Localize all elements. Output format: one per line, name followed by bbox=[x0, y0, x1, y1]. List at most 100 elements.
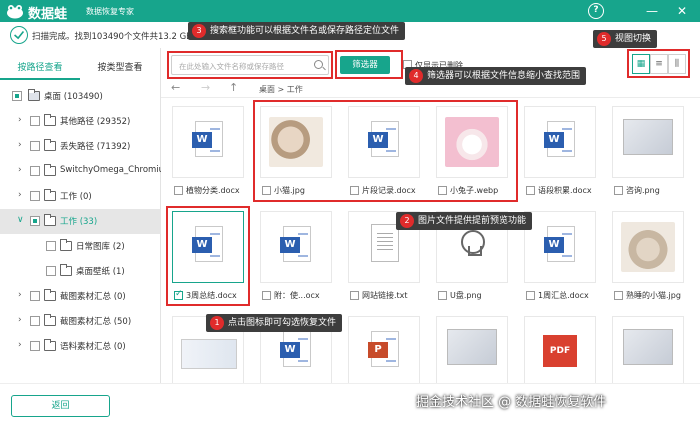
tree-item-desktop[interactable]: 桌面 (103490) bbox=[0, 84, 161, 109]
tree-checkbox[interactable] bbox=[30, 116, 40, 126]
annotation-number: 3 bbox=[192, 24, 206, 38]
forward-arrow-icon[interactable]: → bbox=[201, 81, 210, 94]
file-checkbox[interactable] bbox=[262, 291, 271, 300]
tree-item-switchyomega[interactable]: › SwitchyOmega_Chromium bbox=[0, 159, 161, 184]
search-input[interactable]: 在此处输入文件名称或保存路径 bbox=[171, 55, 329, 75]
cat-photo-preview bbox=[269, 117, 323, 167]
chevron-right-icon[interactable]: › bbox=[18, 340, 26, 352]
file-card[interactable]: W 植物分类.docx bbox=[166, 100, 250, 206]
chevron-down-icon[interactable]: ∨ bbox=[17, 215, 25, 227]
file-card[interactable]: 熟睡的小猫.jpg bbox=[606, 205, 690, 311]
tree-item-other-paths[interactable]: › 其他路径 (29352) bbox=[0, 109, 161, 134]
search-icon[interactable] bbox=[314, 60, 323, 69]
file-checkbox[interactable] bbox=[174, 186, 183, 195]
file-type-badge: W bbox=[280, 237, 300, 253]
file-thumbnail[interactable]: W bbox=[348, 106, 420, 178]
tree-checkbox[interactable] bbox=[30, 166, 40, 176]
file-type-badge: P bbox=[368, 342, 388, 358]
tree-checkbox[interactable] bbox=[30, 291, 40, 301]
file-checkbox[interactable] bbox=[350, 291, 359, 300]
file-card[interactable]: 咨询.png bbox=[606, 100, 690, 206]
tree-item-label: 桌面 (103490) bbox=[44, 92, 103, 102]
tab-by-path[interactable]: 按路径查看 bbox=[0, 58, 80, 80]
back-button[interactable]: 返回 bbox=[11, 395, 110, 417]
tree-checkbox[interactable] bbox=[46, 266, 56, 276]
file-card[interactable] bbox=[606, 310, 690, 383]
file-type-badge: W bbox=[544, 237, 564, 253]
file-checkbox[interactable] bbox=[614, 186, 623, 195]
detail-view-icon[interactable]: ⫼ bbox=[668, 54, 686, 74]
tree-item-screenshot-material-empty[interactable]: › 截图素材汇总 (0) bbox=[0, 284, 161, 309]
tree-checkbox[interactable] bbox=[46, 241, 56, 251]
file-type-badge: W bbox=[368, 132, 388, 148]
annotation-note-1: 1 点击图标即可勾选恢复文件 bbox=[206, 314, 343, 332]
powerpoint-icon: P bbox=[368, 331, 399, 367]
file-thumbnail[interactable] bbox=[612, 211, 684, 283]
file-thumbnail[interactable]: PDF bbox=[524, 316, 596, 383]
chevron-right-icon[interactable]: › bbox=[18, 290, 26, 302]
tree-checkbox[interactable] bbox=[30, 316, 40, 326]
file-thumbnail[interactable]: W bbox=[524, 106, 596, 178]
file-card[interactable]: W 片段记录.docx bbox=[342, 100, 426, 206]
minimize-button[interactable]: — bbox=[644, 3, 660, 19]
word-document-icon: W bbox=[280, 226, 311, 262]
tree-item-lost-paths[interactable]: › 丢失路径 (71392) bbox=[0, 134, 161, 159]
file-checkbox[interactable] bbox=[438, 186, 447, 195]
tree-checkbox[interactable] bbox=[30, 216, 40, 226]
chevron-right-icon[interactable]: › bbox=[18, 165, 26, 177]
chevron-right-icon[interactable]: › bbox=[18, 190, 26, 202]
file-checkbox[interactable] bbox=[174, 289, 183, 300]
file-checkbox[interactable] bbox=[614, 291, 623, 300]
file-card[interactable] bbox=[430, 310, 514, 383]
chevron-right-icon[interactable]: › bbox=[18, 140, 26, 152]
tree-item-work-selected[interactable]: ∨ 工作 (33) bbox=[0, 209, 161, 234]
file-thumbnail[interactable] bbox=[260, 106, 332, 178]
file-thumbnail[interactable]: W bbox=[524, 211, 596, 283]
annotation-note-3: 3 搜索框功能可以根据文件名或保存路径定位文件 bbox=[188, 22, 406, 40]
file-card[interactable]: W 语段积累.docx bbox=[518, 100, 602, 206]
tree-checkbox[interactable] bbox=[30, 191, 40, 201]
chevron-right-icon[interactable]: › bbox=[18, 315, 26, 327]
file-thumbnail[interactable] bbox=[436, 316, 508, 383]
tree-item-wallpaper[interactable]: 桌面壁纸 (1) bbox=[0, 259, 161, 284]
title-bar: 数据蛙 数据恢复专家 ? — ✕ bbox=[0, 0, 700, 22]
file-thumbnail[interactable] bbox=[612, 106, 684, 178]
back-arrow-icon[interactable]: ← bbox=[171, 81, 180, 94]
grid-view-icon[interactable]: ▦ bbox=[632, 54, 650, 74]
file-thumbnail[interactable]: W bbox=[260, 211, 332, 283]
list-view-icon[interactable]: ≡ bbox=[650, 54, 668, 74]
tab-by-type[interactable]: 按类型查看 bbox=[80, 58, 160, 80]
file-thumbnail[interactable]: W bbox=[172, 211, 244, 283]
file-card[interactable]: P bbox=[342, 310, 426, 383]
help-icon[interactable]: ? bbox=[588, 3, 604, 19]
close-button[interactable]: ✕ bbox=[674, 3, 690, 19]
tree-item-screenshot-material[interactable]: › 截图素材汇总 (50) bbox=[0, 309, 161, 334]
file-thumbnail[interactable]: P bbox=[348, 316, 420, 383]
file-checkbox[interactable] bbox=[526, 291, 535, 300]
file-thumbnail[interactable]: W bbox=[172, 106, 244, 178]
tree-checkbox[interactable] bbox=[30, 341, 40, 351]
tree-checkbox[interactable] bbox=[12, 91, 22, 101]
file-card[interactable]: PDF bbox=[518, 310, 602, 383]
up-arrow-icon[interactable]: ↑ bbox=[229, 81, 238, 94]
folder-icon bbox=[44, 139, 56, 151]
file-checkbox[interactable] bbox=[438, 291, 447, 300]
tree-item-daily-gallery[interactable]: 日常图库 (2) bbox=[0, 234, 161, 259]
tree-checkbox[interactable] bbox=[30, 141, 40, 151]
file-thumbnail[interactable] bbox=[436, 106, 508, 178]
file-checkbox[interactable] bbox=[350, 186, 359, 195]
file-type-badge: W bbox=[192, 132, 212, 148]
tree-item-work-empty[interactable]: › 工作 (0) bbox=[0, 184, 161, 209]
chevron-right-icon[interactable]: › bbox=[18, 115, 26, 127]
word-document-icon: W bbox=[544, 226, 575, 262]
filter-button[interactable]: 筛选器 bbox=[340, 56, 390, 74]
tree-item-corpus-material[interactable]: › 语料素材汇总 (0) bbox=[0, 334, 161, 359]
file-card[interactable]: W 附：使...ocx bbox=[254, 205, 338, 311]
file-checkbox[interactable] bbox=[262, 186, 271, 195]
file-card[interactable]: W 3周总结.docx bbox=[166, 205, 250, 311]
file-thumbnail[interactable] bbox=[612, 316, 684, 383]
file-card[interactable]: 小兔子.webp bbox=[430, 100, 514, 206]
tree-item-label: 截图素材汇总 (50) bbox=[60, 317, 132, 327]
file-checkbox[interactable] bbox=[526, 186, 535, 195]
file-card[interactable]: 小猫.jpg bbox=[254, 100, 338, 206]
